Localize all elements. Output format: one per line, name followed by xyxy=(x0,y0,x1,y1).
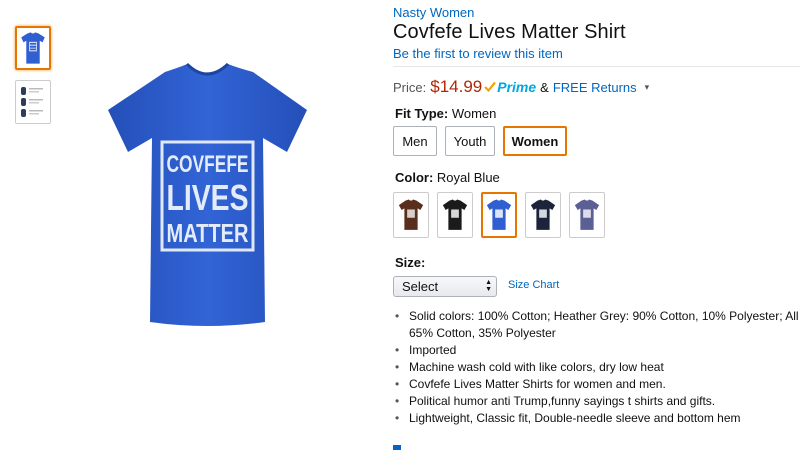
size-chart-thumbnail-image xyxy=(21,87,43,117)
color-label-text: Color: xyxy=(395,170,434,185)
thumbnail-strip xyxy=(15,26,53,134)
fit-type-label-text: Fit Type: xyxy=(395,106,449,121)
prime-check-icon xyxy=(484,81,497,93)
color-swatch-heather-blue[interactable] xyxy=(569,192,605,238)
fit-option-women[interactable]: Women xyxy=(503,126,567,156)
color-selected-value: Royal Blue xyxy=(436,170,500,185)
color-label: Color: Royal Blue xyxy=(395,170,500,185)
divider xyxy=(393,66,800,67)
select-arrows-icon: ▲ ▼ xyxy=(485,279,492,293)
checkbox-partial[interactable] xyxy=(393,445,401,450)
color-swatch-brown[interactable] xyxy=(393,192,429,238)
fit-option-men[interactable]: Men xyxy=(393,126,437,156)
size-label: Size: xyxy=(395,255,426,270)
color-swatch-navy[interactable] xyxy=(525,192,561,238)
color-swatch-royal-blue[interactable] xyxy=(481,192,517,238)
feature-bullet-continuation: 65% Cotton, 35% Polyester xyxy=(409,326,556,340)
size-select[interactable]: Select ▲ ▼ xyxy=(393,276,497,297)
thumbnail-size-chart[interactable] xyxy=(15,80,51,124)
free-returns-link[interactable]: FREE Returns xyxy=(553,80,637,95)
chevron-down-icon[interactable]: ▾ xyxy=(645,82,650,93)
shirt-print-line-3: MATTER xyxy=(167,218,249,248)
shirt-print-line-1: COVFEFE xyxy=(167,151,249,178)
fit-option-youth[interactable]: Youth xyxy=(445,126,495,156)
size-select-value: Select xyxy=(402,279,439,294)
price-row: Price: $14.99 Prime & FREE Returns ▾ xyxy=(393,77,649,97)
main-product-image[interactable]: COVFEFE LIVES MATTER xyxy=(95,60,320,330)
fit-type-options: Men Youth Women xyxy=(393,126,575,156)
fit-type-selected-value: Women xyxy=(451,106,497,121)
tshirt-brown-icon xyxy=(398,199,424,230)
feature-bullets: Solid colors: 100% Cotton; Heather Grey:… xyxy=(393,308,800,427)
prime-badge: Prime xyxy=(484,79,536,95)
color-swatches xyxy=(393,192,613,238)
product-title: Covfefe Lives Matter Shirt xyxy=(393,21,626,43)
ampersand: & xyxy=(540,79,549,95)
thumbnail-shirt-front[interactable] xyxy=(15,26,51,70)
shirt-print-line-2: LIVES xyxy=(167,177,249,218)
price-value: $14.99 xyxy=(430,77,483,96)
color-swatch-black[interactable] xyxy=(437,192,473,238)
tshirt-black-icon xyxy=(442,199,468,230)
tshirt-image: COVFEFE LIVES MATTER xyxy=(108,62,307,326)
feature-bullet: Lightweight, Classic fit, Double-needle … xyxy=(393,410,800,427)
feature-bullet: Political humor anti Trump,funny sayings… xyxy=(393,393,800,410)
prime-label: Prime xyxy=(497,79,537,95)
review-link[interactable]: Be the first to review this item xyxy=(393,46,563,61)
tshirt-heather-blue-icon xyxy=(574,199,600,230)
feature-bullet: Machine wash cold with like colors, dry … xyxy=(393,359,800,376)
feature-bullet: Solid colors: 100% Cotton; Heather Grey:… xyxy=(393,308,800,325)
tshirt-royal-blue-icon xyxy=(486,199,512,230)
price-label: Price: xyxy=(393,79,427,95)
tshirt-navy-icon xyxy=(530,199,556,230)
feature-bullet: Imported xyxy=(393,342,800,359)
fit-type-label: Fit Type: Women xyxy=(395,106,496,121)
shirt-thumbnail-image xyxy=(21,32,45,64)
brand-link[interactable]: Nasty Women xyxy=(393,5,474,20)
size-chart-link[interactable]: Size Chart xyxy=(508,279,559,291)
feature-bullet: Covfefe Lives Matter Shirts for women an… xyxy=(393,376,800,393)
